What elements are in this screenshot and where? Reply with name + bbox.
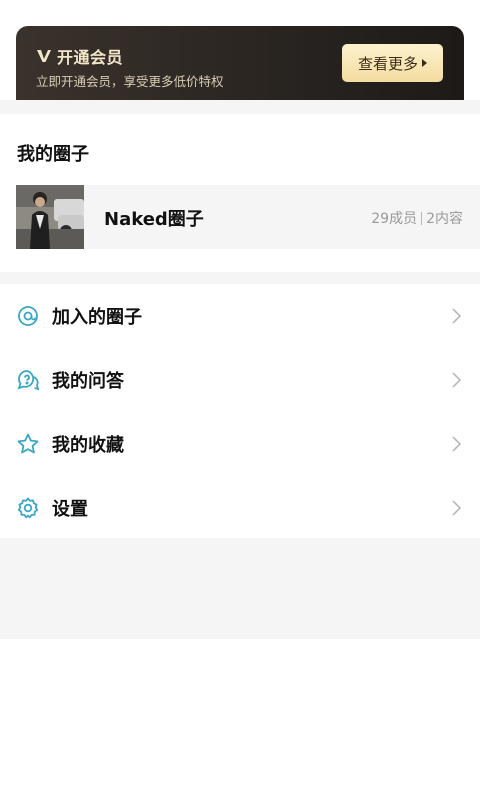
section-divider <box>0 272 480 284</box>
vip-subtitle: 立即开通会员，享受更多低价特权 <box>36 74 224 89</box>
vip-v-icon <box>37 50 51 62</box>
menu-label-my-qa: 我的问答 <box>52 371 124 392</box>
star-icon <box>17 433 39 454</box>
chevron-right-icon <box>452 436 462 452</box>
circle-avatar <box>16 185 84 249</box>
circle-content-count: 2内容 <box>426 211 463 227</box>
my-circle-title: 我的圈子 <box>17 144 89 165</box>
menu-label-my-favorites: 我的收藏 <box>52 435 124 456</box>
vip-section: 开通会员 立即开通会员，享受更多低价特权 查看更多 <box>0 0 480 102</box>
section-divider <box>0 100 480 114</box>
vip-title: 开通会员 <box>57 48 124 67</box>
menu-item-joined-circles[interactable]: 加入的圈子 <box>0 284 480 348</box>
circle-stats: 29成员 2内容 <box>371 208 463 228</box>
stats-separator <box>421 211 423 225</box>
circle-name: Naked圈子 <box>104 209 204 230</box>
profile-page: 开通会员 立即开通会员，享受更多低价特权 查看更多 我的圈子 Naked圈子 2… <box>0 0 480 800</box>
joined-circle-icon <box>18 306 38 326</box>
vip-title-row: 开通会员 <box>36 44 123 68</box>
vip-view-more-label: 查看更多 <box>357 54 418 73</box>
circle-card[interactable]: Naked圈子 29成员 2内容 <box>16 185 480 249</box>
bottom-filler <box>0 538 480 639</box>
gear-icon <box>17 497 39 519</box>
vip-view-more-button[interactable]: 查看更多 <box>342 44 443 82</box>
menu-label-settings: 设置 <box>52 499 88 520</box>
circle-member-count: 29成员 <box>371 211 418 227</box>
vip-banner[interactable]: 开通会员 立即开通会员，享受更多低价特权 查看更多 <box>16 26 464 102</box>
menu-item-my-qa[interactable]: 我的问答 <box>0 348 480 412</box>
caret-right-icon <box>422 59 427 67</box>
chevron-right-icon <box>452 308 462 324</box>
menu-item-settings[interactable]: 设置 <box>0 476 480 540</box>
question-chat-icon <box>17 370 40 391</box>
chevron-right-icon <box>452 372 462 388</box>
menu-item-my-favorites[interactable]: 我的收藏 <box>0 412 480 476</box>
menu-label-joined-circles: 加入的圈子 <box>52 307 142 328</box>
chevron-right-icon <box>452 500 462 516</box>
